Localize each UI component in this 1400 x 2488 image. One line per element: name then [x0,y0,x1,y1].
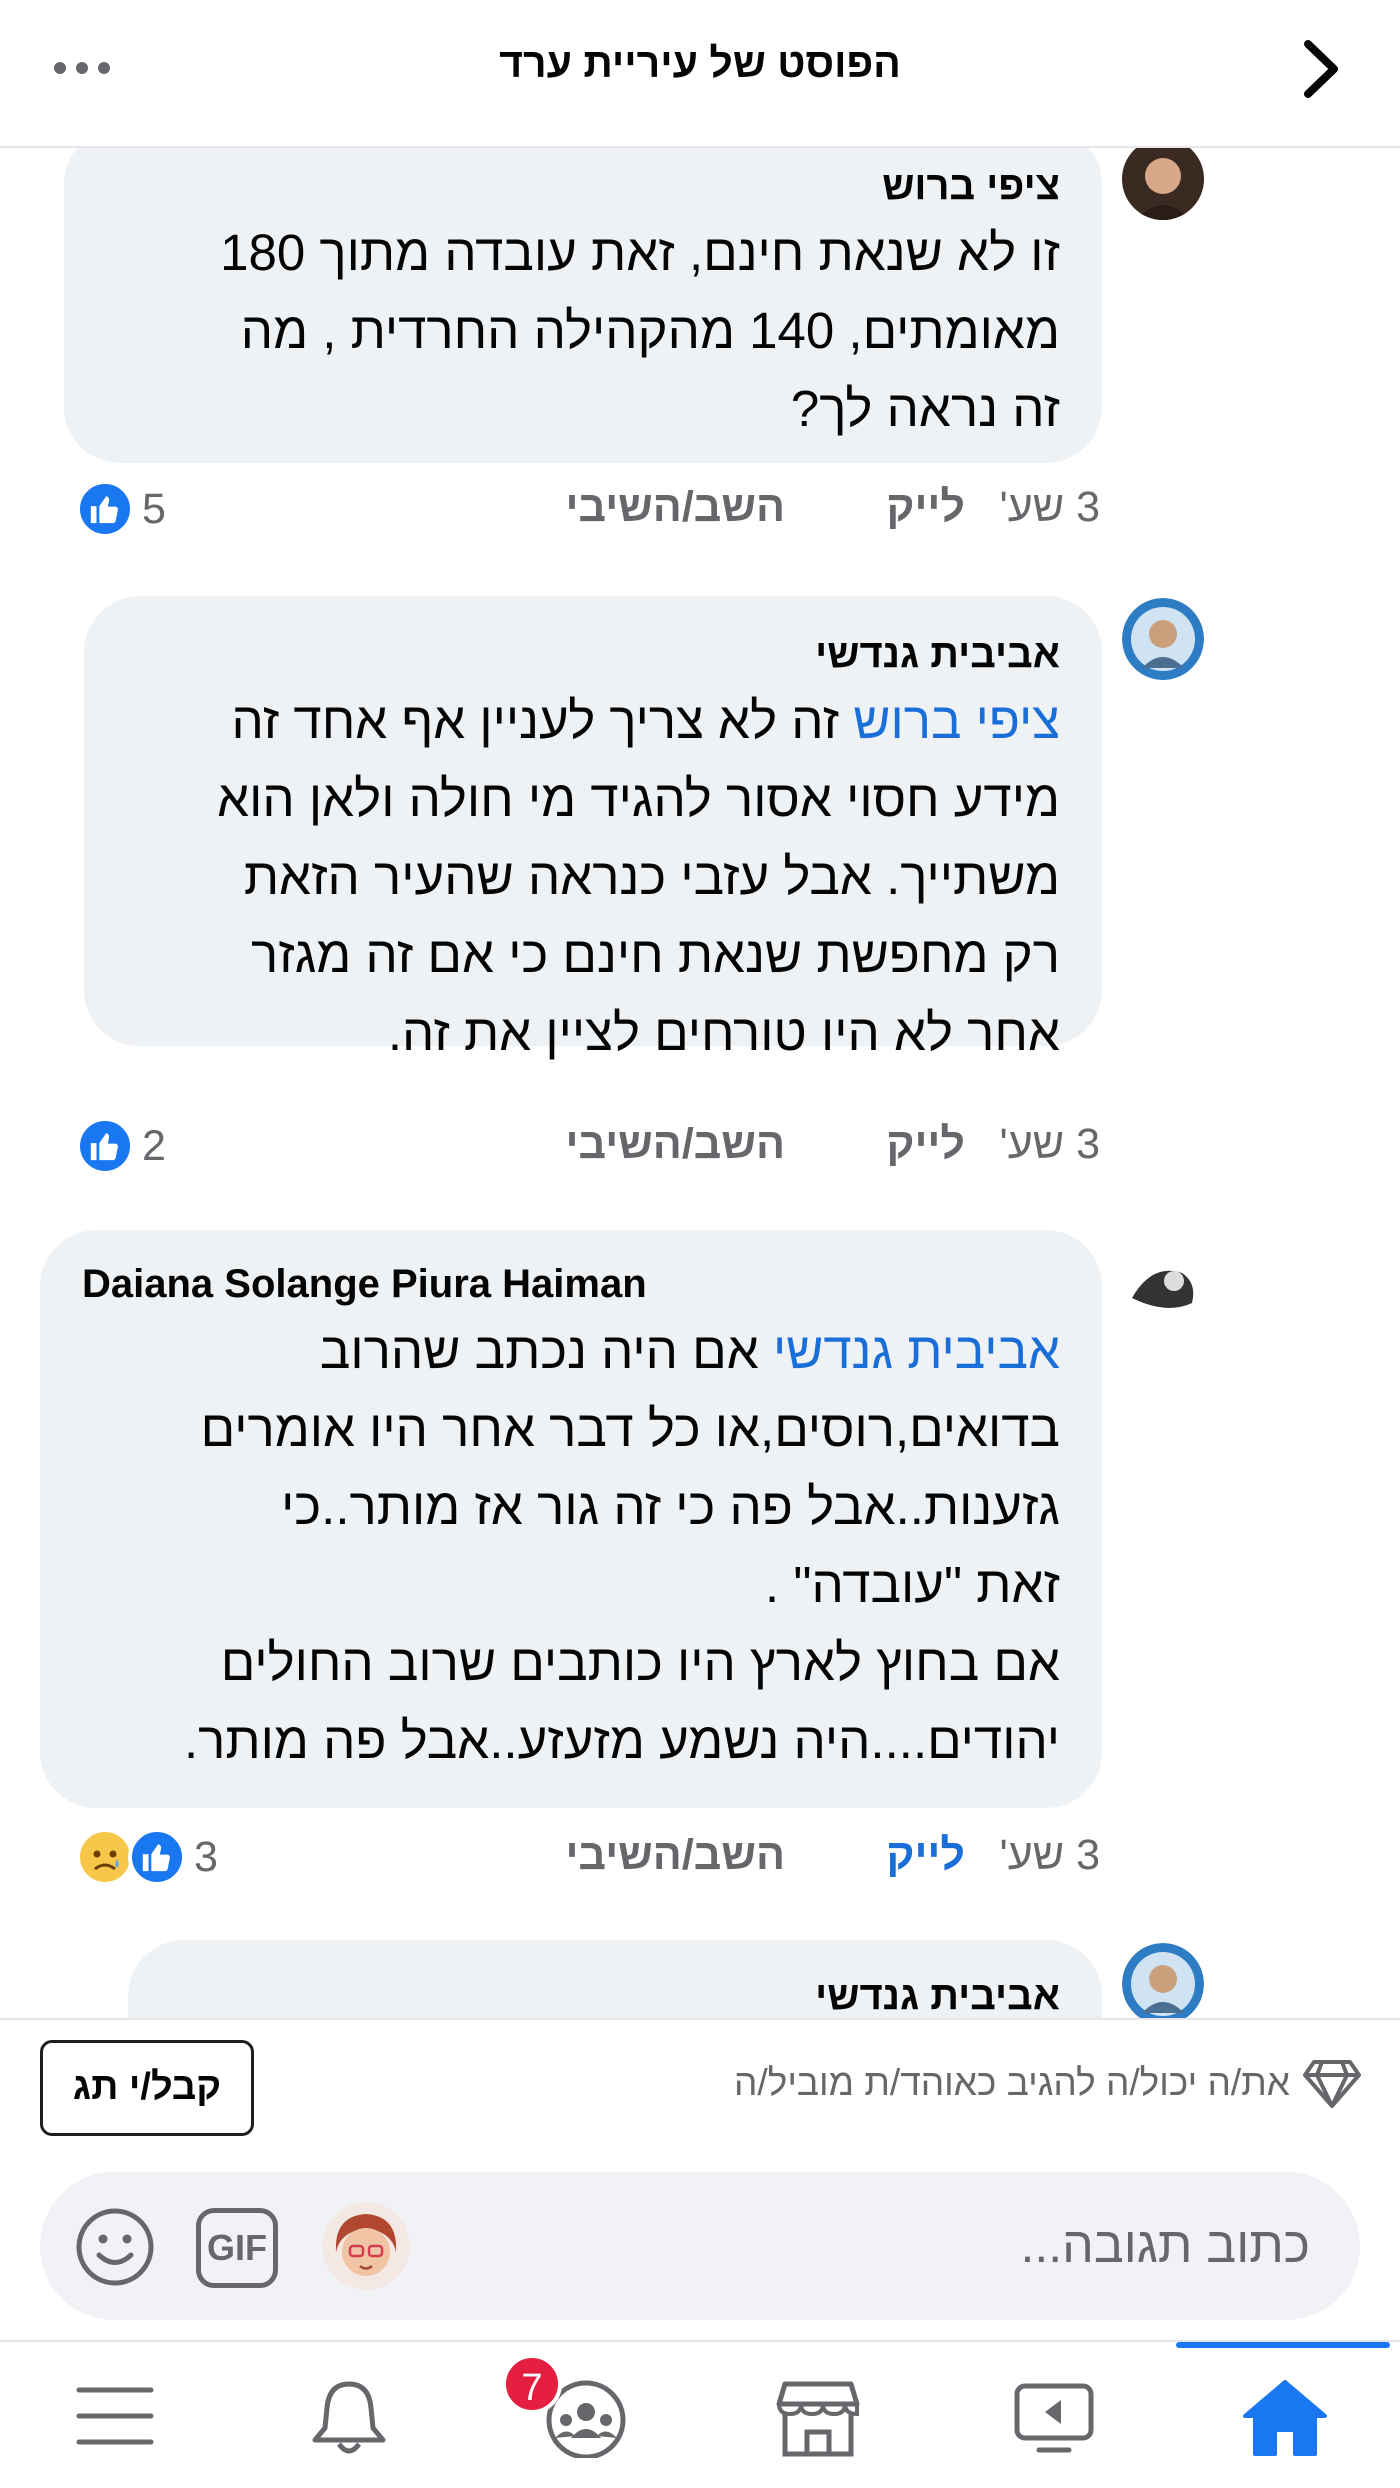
comment-bubble: אביבית גנדשי ציפי ברוש זה לא צריך לעניין… [84,596,1102,1061]
video-icon [1014,2383,1094,2453]
bell-icon [312,2381,386,2454]
comments-list: ציפי ברוש זו לא שנאת חינם, זאת עובדה מתו… [0,148,1400,2018]
comment-bubble: אביבית גנדשי [128,1940,1102,2018]
comment-actions: 3 שע' לייק השב/השיבי [500,483,1100,543]
reaction-summary[interactable]: 5 [76,478,166,540]
avatar[interactable] [1122,148,1204,220]
reaction-count: 5 [142,484,166,533]
reply-button[interactable]: השב/השיבי [566,483,785,532]
like-button[interactable]: לייק [886,1120,965,1169]
comment-time: 3 שע' [999,1120,1101,1168]
comment-input[interactable]: כתוב תגובה... GIF [40,2172,1360,2320]
avatar[interactable] [1122,1943,1204,2018]
like-button[interactable]: לייק [886,483,965,532]
comment-text: זו לא שנאת חינם, זאת עובדה מתוך 180 מאומ… [220,224,1060,437]
comment-time: 3 שע' [999,483,1101,531]
mention-link[interactable]: ציפי ברוש [853,692,1060,749]
like-reaction-icon [76,480,134,538]
comment-author[interactable]: ציפי ברוש [106,158,1060,214]
avatar[interactable] [1122,1243,1204,1325]
like-reaction-icon [128,1828,186,1886]
reaction-count: 2 [142,1121,166,1170]
store-icon [776,2381,860,2457]
tab-home[interactable] [1196,2342,1376,2488]
sad-reaction-icon [76,1828,134,1886]
tab-menu[interactable] [28,2342,208,2488]
comment-text: ציפי ברוש זה לא צריך לעניין אף אחד זה מי… [217,692,1060,1061]
comment-time: 3 שע' [999,1831,1101,1879]
top-bar: הפוסט של עיריית ערד [0,0,1400,148]
comment-input-placeholder: כתוב תגובה... [1020,2217,1310,2273]
get-badge-button[interactable]: קבל/י תג [40,2040,254,2136]
menu-icon [76,2387,154,2445]
like-button[interactable]: לייק [886,1831,965,1880]
comment-author[interactable]: אביבית גנדשי [126,626,1060,682]
tab-watch[interactable] [966,2342,1146,2488]
groups-notification-badge: 7 [502,2354,562,2414]
bottom-tab-bar [0,2340,1400,2488]
comment-author[interactable]: Daiana Solange Piura Haiman [82,1256,1060,1312]
gif-button[interactable]: GIF [196,2208,278,2288]
reply-button[interactable]: השב/השיבי [566,1120,785,1169]
comment-actions: 3 שע' לייק השב/השיבי [500,1120,1100,1180]
like-reaction-icon [76,1117,134,1175]
top-fan-badge-bar: קבל/י תג את/ה יכול/ה להגיב כאוהד/ת מוביל… [0,2018,1400,2154]
comment-text: אביבית גנדשי אם היה נכתב שהרוב בדואים,רו… [184,1322,1060,1769]
reply-button[interactable]: השב/השיבי [566,1831,785,1880]
comment-bubble: Daiana Solange Piura Haiman אביבית גנדשי… [40,1230,1102,1808]
tab-notifications[interactable] [262,2342,442,2488]
more-options-icon[interactable] [50,48,120,88]
emoji-icon[interactable] [74,2206,156,2288]
mention-link[interactable]: אביבית גנדשי [773,1322,1060,1379]
tab-marketplace[interactable] [730,2342,910,2488]
back-chevron-icon[interactable] [1290,34,1350,104]
comment-actions: 3 שע' לייק השב/השיבי [500,1831,1100,1891]
avatar[interactable] [1122,598,1204,680]
diamond-icon [1302,2058,1362,2110]
reaction-summary[interactable]: 3 [76,1826,218,1888]
badge-prompt-text: את/ה יכול/ה להגיב כאוהד/ת מוביל/ה [733,2062,1290,2103]
comment-author[interactable]: אביבית גנדשי [170,1968,1060,2018]
page-title: הפוסט של עיריית ערד [499,40,901,86]
home-icon [1243,2380,1327,2456]
reaction-summary[interactable]: 2 [76,1115,166,1177]
reaction-count: 3 [194,1832,218,1881]
comment-bubble: ציפי ברוש זו לא שנאת חינם, זאת עובדה מתו… [64,148,1102,463]
user-avatar [322,2202,410,2290]
